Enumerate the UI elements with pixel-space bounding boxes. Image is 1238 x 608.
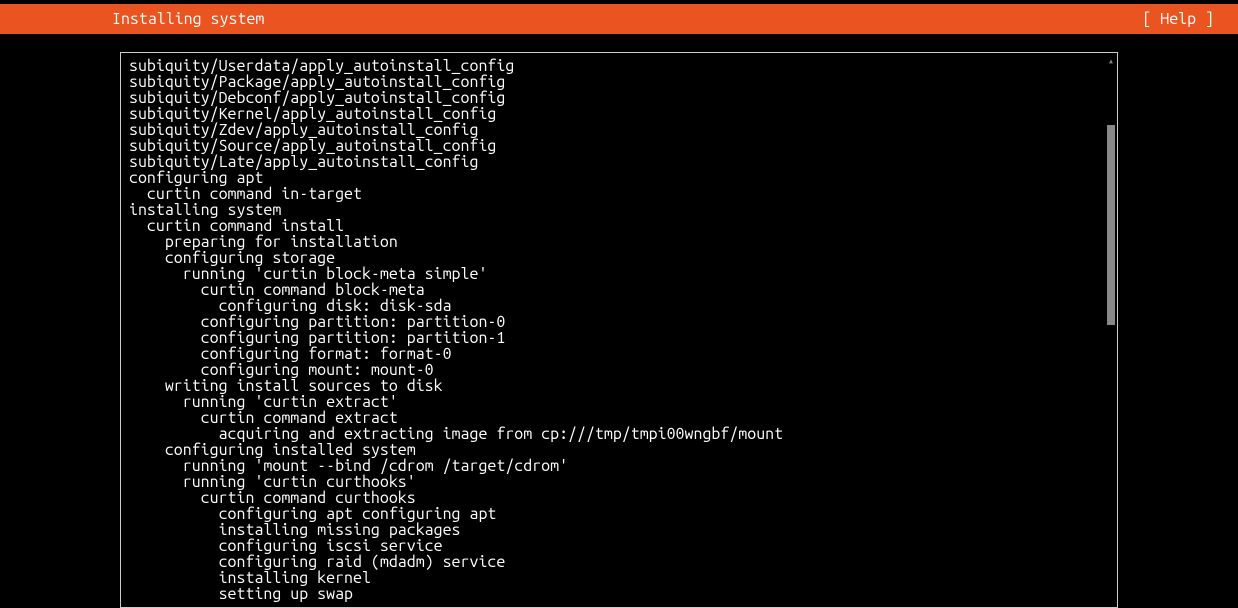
scrollbar-thumb[interactable]	[1107, 125, 1115, 325]
log-line: configuring disk: disk-sda	[129, 298, 1109, 314]
log-line: curtin command block-meta	[129, 282, 1109, 298]
scroll-up-icon[interactable]: ▴	[1107, 57, 1115, 65]
log-line: curtin command extract	[129, 410, 1109, 426]
log-line: configuring partition: partition-0	[129, 314, 1109, 330]
log-line: installing kernel	[129, 570, 1109, 586]
log-line: configuring apt configuring apt	[129, 506, 1109, 522]
log-line: installing missing packages	[129, 522, 1109, 538]
help-button[interactable]: [ Help ]	[1142, 10, 1218, 28]
log-line: configuring partition: partition-1	[129, 330, 1109, 346]
log-line: configuring format: format-0	[129, 346, 1109, 362]
log-line: setting up swap	[129, 586, 1109, 602]
scrollbar-track[interactable]: ▴	[1107, 57, 1115, 603]
log-line: running 'curtin block-meta simple'	[129, 266, 1109, 282]
log-line: subiquity/Package/apply_autoinstall_conf…	[129, 74, 1109, 90]
log-line: configuring installed system	[129, 442, 1109, 458]
log-line: subiquity/Kernel/apply_autoinstall_confi…	[129, 106, 1109, 122]
log-line: subiquity/Late/apply_autoinstall_config	[129, 154, 1109, 170]
log-line: configuring apt	[129, 170, 1109, 186]
header-bar: Installing system [ Help ]	[0, 4, 1238, 34]
log-line: running 'mount --bind /cdrom /target/cdr…	[129, 458, 1109, 474]
log-line: curtin command install	[129, 218, 1109, 234]
log-line: running 'curtin extract'	[129, 394, 1109, 410]
log-line: configuring raid (mdadm) service	[129, 554, 1109, 570]
log-line: preparing for installation	[129, 234, 1109, 250]
log-line: acquiring and extracting image from cp:/…	[129, 426, 1109, 442]
log-line: curtin command curthooks	[129, 490, 1109, 506]
install-log-container: subiquity/Userdata/apply_autoinstall_con…	[120, 52, 1118, 608]
log-line: running 'curtin curthooks'	[129, 474, 1109, 490]
log-line: configuring iscsi service	[129, 538, 1109, 554]
log-line: configuring mount: mount-0	[129, 362, 1109, 378]
log-line: subiquity/Source/apply_autoinstall_confi…	[129, 138, 1109, 154]
log-line: configuring storage	[129, 250, 1109, 266]
log-line: installing system	[129, 202, 1109, 218]
main-area: subiquity/Userdata/apply_autoinstall_con…	[0, 34, 1238, 608]
install-log[interactable]: subiquity/Userdata/apply_autoinstall_con…	[121, 53, 1117, 607]
log-line: curtin command in-target	[129, 186, 1109, 202]
page-title: Installing system	[112, 10, 264, 28]
log-line: subiquity/Zdev/apply_autoinstall_config	[129, 122, 1109, 138]
log-line: subiquity/Userdata/apply_autoinstall_con…	[129, 58, 1109, 74]
log-line: writing install sources to disk	[129, 378, 1109, 394]
log-line: subiquity/Debconf/apply_autoinstall_conf…	[129, 90, 1109, 106]
